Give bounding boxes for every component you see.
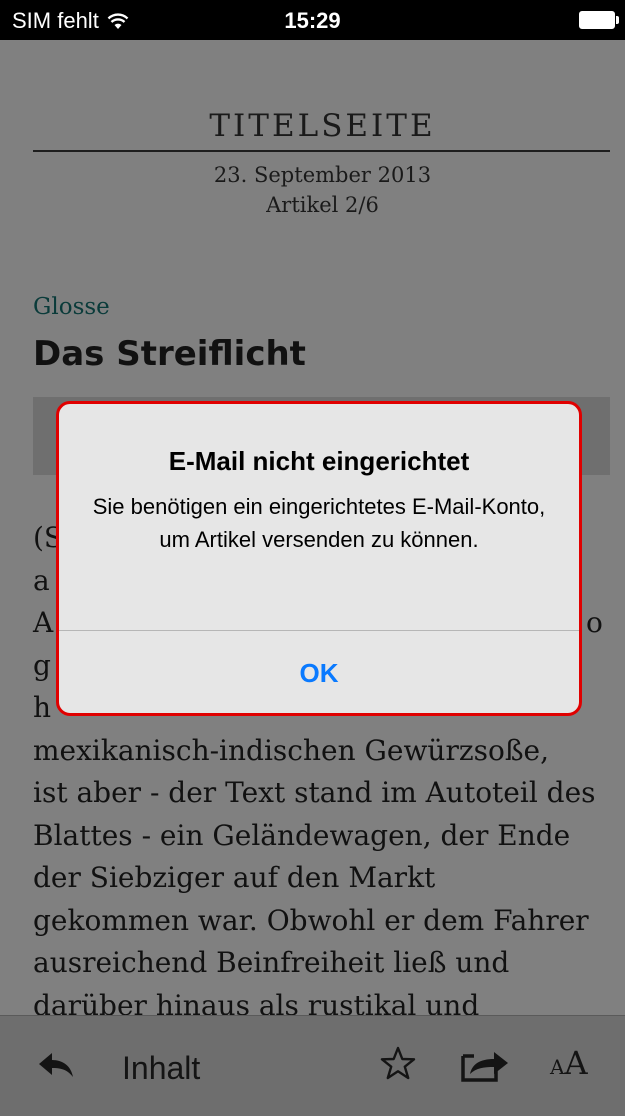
ok-button[interactable]: OK xyxy=(59,631,579,713)
body-line: mexikanisch-indischen Gewürzsoße, xyxy=(33,733,549,767)
font-size-button[interactable]: AA xyxy=(550,1044,588,1082)
body-line: darüber hinaus als rustikal und xyxy=(33,988,480,1016)
status-time: 15:29 xyxy=(284,8,341,33)
share-icon[interactable] xyxy=(460,1048,510,1082)
font-size-small-label: A xyxy=(550,1055,565,1079)
alert-message: Sie benötigen ein eingerichtetes E-Mail-… xyxy=(92,494,546,552)
status-bar: SIM fehlt 15:29 xyxy=(0,0,625,40)
section-title: TITELSEITE xyxy=(209,108,436,144)
article-headline: Das Streiflicht xyxy=(33,334,306,374)
article-position: Artikel 2/6 xyxy=(266,193,379,217)
body-line: Blattes - ein Geländewagen, der Ende xyxy=(33,818,571,852)
body-line: ist aber - der Text stand im Autoteil de… xyxy=(33,776,596,809)
font-size-large-label: A xyxy=(564,1044,588,1082)
body-line: der Siebziger auf den Markt xyxy=(33,861,436,894)
body-line: ausreichend Beinfreiheit ließ und xyxy=(33,946,510,979)
star-icon[interactable] xyxy=(380,1046,416,1082)
body-line-tail: o xyxy=(586,606,603,639)
section-divider xyxy=(33,150,610,152)
alert-title: E-Mail nicht eingerichtet xyxy=(168,446,470,476)
email-alert-dialog: E-Mail nicht eingerichtet Sie benötigen … xyxy=(56,401,582,716)
contents-button[interactable]: Inhalt xyxy=(122,1050,200,1087)
article-kicker: Glosse xyxy=(33,294,110,320)
body-line: gekommen war. Obwohl er dem Fahrer xyxy=(33,903,589,937)
back-arrow-icon[interactable] xyxy=(38,1052,74,1078)
bottom-toolbar: Inhalt AA xyxy=(0,1015,625,1116)
battery-icon xyxy=(579,11,619,29)
issue-date: 23. September 2013 xyxy=(213,163,432,187)
